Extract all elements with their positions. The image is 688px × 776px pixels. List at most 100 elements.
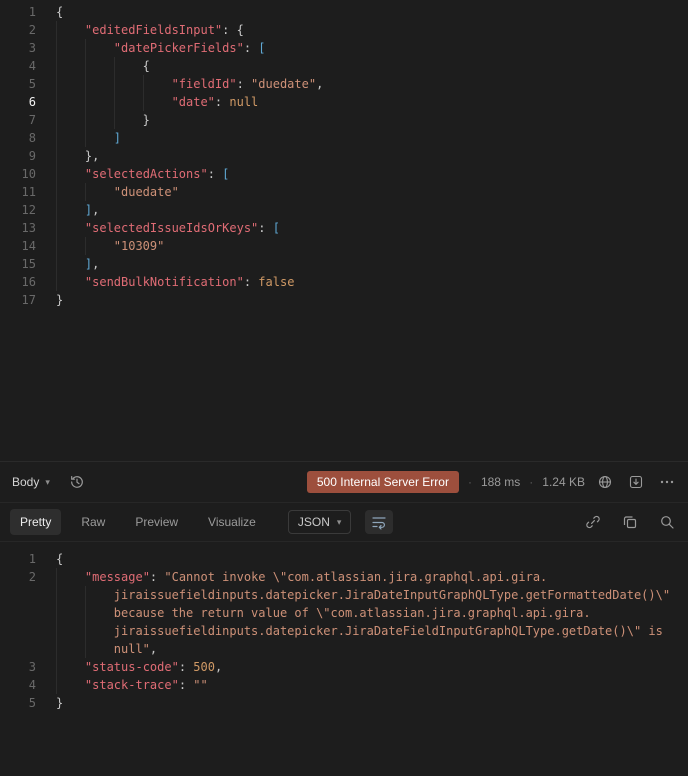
response-body-code: 1{2 "message": "Cannot invoke \"com.atlas… (0, 550, 688, 712)
line-number: 16 (21, 275, 36, 289)
code-text: "fieldId": "duedate", (56, 75, 323, 93)
indent-guide (56, 165, 85, 183)
code-text: { (56, 57, 150, 75)
indent-guide (84, 129, 114, 147)
code-line[interactable]: 5 "fieldId": "duedate", (0, 75, 688, 93)
code-text: "message": "Cannot invoke \"com.atlassia… (56, 568, 547, 586)
indent-guide (56, 93, 85, 111)
chevron-down-icon: ▾ (45, 476, 50, 487)
tab-raw[interactable]: Raw (71, 509, 115, 535)
tab-pretty[interactable]: Pretty (10, 509, 62, 535)
indent-guide (56, 676, 85, 694)
code-line[interactable]: 2 "editedFieldsInput": { (0, 21, 688, 39)
search-icon (661, 516, 674, 529)
code-text: null", (56, 640, 157, 658)
indent-guide (56, 658, 85, 676)
save-response-icon (629, 475, 643, 489)
code-line[interactable]: 12], (0, 201, 688, 219)
response-body-select[interactable]: Body ▾ (10, 471, 52, 493)
request-body-code: 1{2 "editedFieldsInput": {3 "datePickerFie… (0, 3, 688, 309)
code-text: jiraissuefieldinputs.datepicker.JiraDate… (56, 622, 663, 640)
copy-response-button[interactable] (619, 511, 641, 533)
code-line[interactable]: 4{ (0, 57, 688, 75)
response-history-button[interactable] (66, 471, 88, 493)
line-number: 6 (28, 95, 36, 109)
indent-guide (56, 129, 85, 147)
indent-guide (84, 622, 114, 640)
code-line: 3 "status-code": 500, (0, 658, 688, 676)
code-text: because the return value of \"com.atlass… (56, 604, 591, 622)
code-line[interactable]: 1{ (0, 3, 688, 21)
indent-guide (84, 586, 114, 604)
line-number: 3 (28, 660, 36, 674)
line-number: 5 (28, 77, 36, 91)
code-line[interactable]: 10 "selectedActions": [ (0, 165, 688, 183)
indent-guide (56, 586, 85, 604)
line-number: 1 (28, 5, 36, 19)
indent-guide (84, 93, 114, 111)
response-size: 1.24 KB (542, 475, 585, 489)
wrap-text-icon (372, 517, 387, 530)
line-number (0, 586, 36, 604)
code-line[interactable]: 7} (0, 111, 688, 129)
line-number: 7 (28, 113, 36, 127)
dot-separator: · (529, 475, 534, 489)
save-response-button[interactable] (625, 471, 647, 493)
indent-guide (142, 93, 172, 111)
code-text: } (56, 293, 64, 307)
code-line[interactable]: 6 "date": null (0, 93, 688, 111)
indent-guide (56, 39, 85, 57)
tab-preview[interactable]: Preview (125, 509, 188, 535)
code-text: "stack-trace": "" (56, 676, 208, 694)
format-label: JSON (297, 515, 330, 529)
code-text: { (56, 552, 64, 566)
line-number: 17 (21, 293, 36, 307)
copy-link-button[interactable] (582, 511, 604, 533)
code-line[interactable]: 3 "datePickerFields": [ (0, 39, 688, 57)
code-text: "editedFieldsInput": { (56, 21, 244, 39)
response-meta-bar: Body ▾ 500 Internal Server Error · 188 m… (0, 462, 688, 503)
indent-guide (84, 237, 114, 255)
indent-guide (113, 57, 143, 75)
network-info-button[interactable] (594, 471, 616, 493)
code-text: } (56, 696, 64, 710)
indent-guide (56, 57, 85, 75)
indent-guide (56, 147, 85, 165)
code-line[interactable]: 8] (0, 129, 688, 147)
code-text: "date": null (56, 93, 258, 111)
code-line: 1{ (0, 550, 688, 568)
code-line[interactable]: 13 "selectedIssueIdsOrKeys": [ (0, 219, 688, 237)
code-text: "selectedIssueIdsOrKeys": [ (56, 219, 280, 237)
code-text: ], (56, 255, 99, 273)
response-meta-right: 500 Internal Server Error · 188 ms · 1.2… (306, 471, 678, 493)
indent-guide (84, 604, 114, 622)
code-line[interactable]: 9}, (0, 147, 688, 165)
search-response-button[interactable] (656, 511, 678, 533)
code-text: "sendBulkNotification": false (56, 273, 294, 291)
code-text: "10309" (56, 237, 164, 255)
code-line[interactable]: 14 "10309" (0, 237, 688, 255)
response-body-viewer[interactable]: 1{2 "message": "Cannot invoke \"com.atlas… (0, 542, 688, 776)
indent-guide (113, 75, 143, 93)
more-options-button[interactable] (656, 471, 678, 493)
code-line[interactable]: 17} (0, 291, 688, 309)
code-line[interactable]: 15], (0, 255, 688, 273)
line-number: 4 (28, 678, 36, 692)
code-line[interactable]: 16 "sendBulkNotification": false (0, 273, 688, 291)
wrap-text-button[interactable] (365, 510, 394, 534)
response-format-tabs: Pretty Raw Preview Visualize (10, 509, 266, 535)
response-toolbar: Pretty Raw Preview Visualize JSON ▾ (0, 503, 688, 542)
code-line[interactable]: 11 "duedate" (0, 183, 688, 201)
indent-guide (56, 237, 85, 255)
request-body-editor[interactable]: 1{2 "editedFieldsInput": {3 "datePickerFie… (0, 0, 688, 462)
code-line: jiraissuefieldinputs.datepicker.JiraDate… (0, 622, 688, 640)
tab-visualize[interactable]: Visualize (198, 509, 266, 535)
line-number (0, 604, 36, 622)
indent-guide (84, 183, 114, 201)
format-select[interactable]: JSON ▾ (287, 510, 352, 534)
indent-guide (56, 640, 85, 658)
indent-guide (84, 111, 114, 129)
history-clock-icon (70, 476, 83, 488)
code-text: "status-code": 500, (56, 658, 222, 676)
response-toolbar-right (582, 511, 678, 533)
